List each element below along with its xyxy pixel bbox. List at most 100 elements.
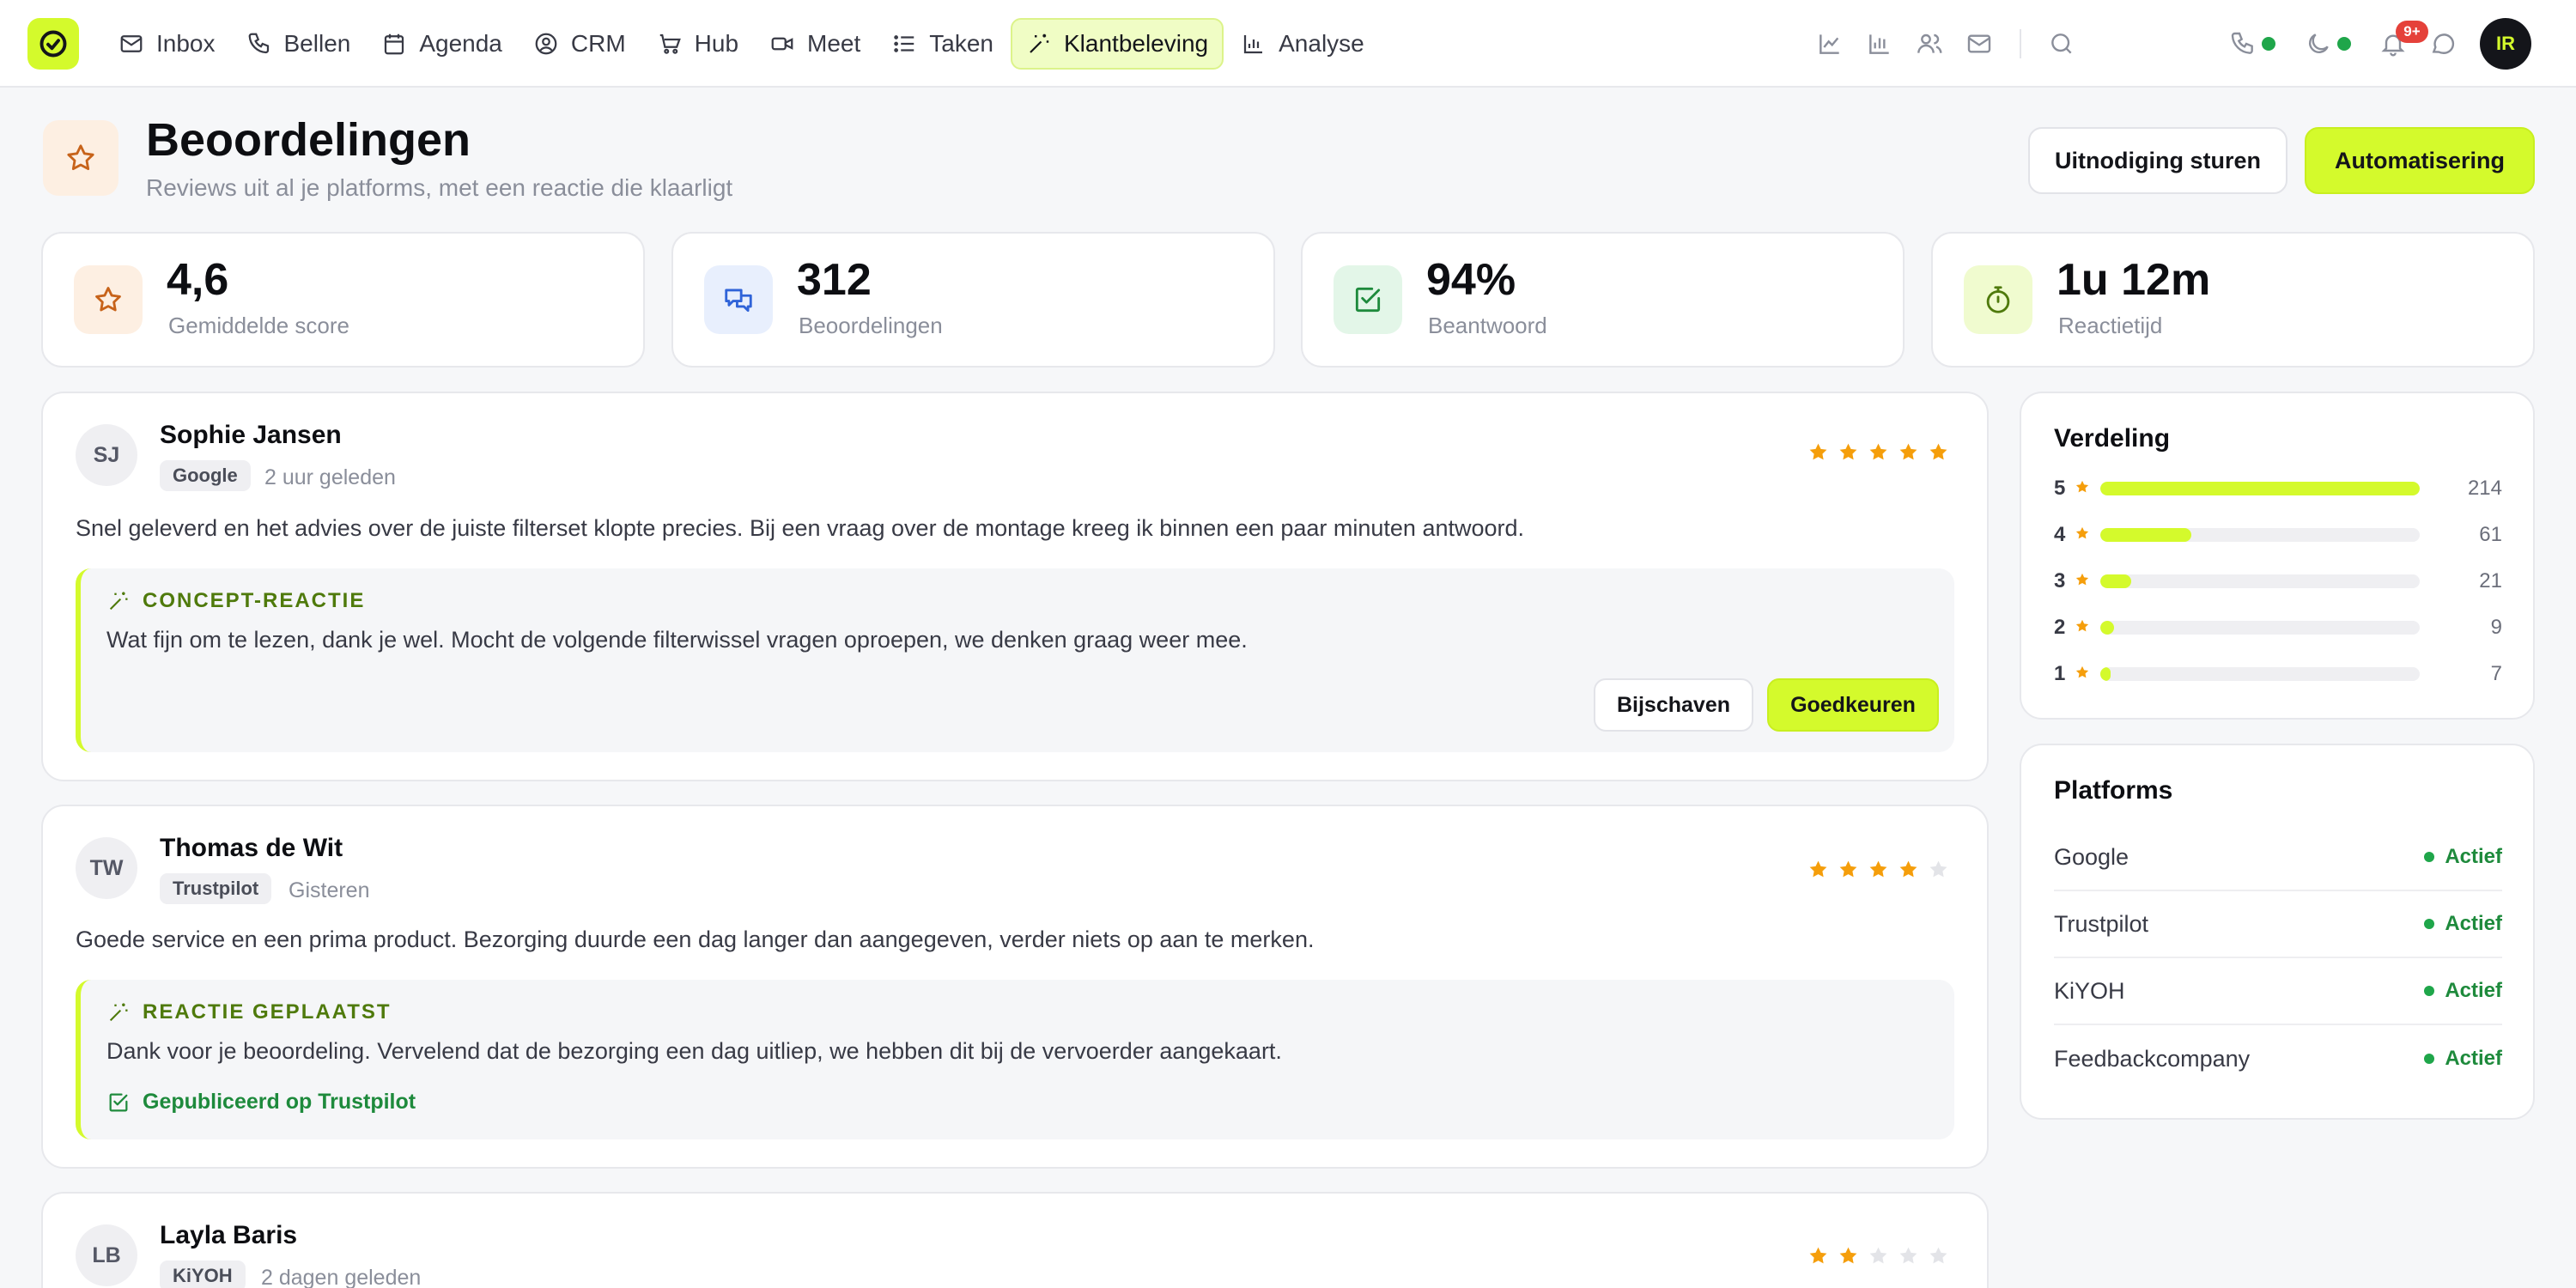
star-icon [95,287,121,312]
platform-row-trustpilot[interactable]: Trustpilot Actief [2054,891,2502,958]
stat-value: 94% [1426,255,1516,305]
stat-icon-box [704,265,773,334]
stat-icon-box [1334,265,1402,334]
star-filled-icon [1929,443,1947,460]
distribution-bar-fill [2100,667,2111,681]
chat-button[interactable] [2418,19,2468,69]
phone-icon [2231,32,2253,54]
platform-name: KiYOH [2054,977,2125,1004]
nav-item-bellen[interactable]: Bellen [233,18,365,70]
status-text: Actief [2445,1047,2502,1070]
nav-item-hub[interactable]: Hub [643,18,752,70]
reviewer-name: Sophie Jansen [160,421,342,449]
nav-item-klantbeleving[interactable]: Klantbeleving [1011,18,1224,70]
star-filled-icon [1839,1247,1857,1264]
star-level: 1 [2054,662,2066,685]
posted-reply-box: REACTIE GEPLAATST Dank voor je beoordeli… [76,980,1954,1139]
trend-tool[interactable] [1805,19,1855,69]
distribution-bar-fill [2100,528,2192,542]
stopwatch-icon [1986,286,2010,313]
status-text: Actief [2445,979,2502,1002]
phone-online-indicator [2262,37,2275,51]
reply-header: CONCEPT-REACTIE [106,589,365,613]
phone-icon [248,33,269,54]
nav-item-meet[interactable]: Meet [756,18,874,70]
sparkle-icon [109,592,128,611]
review-card: SJ Sophie Jansen Google 2 uur geleden Sn… [41,392,1989,781]
platform-row-kiyoh[interactable]: KiYOH Actief [2054,958,2502,1025]
presence-indicator [2337,37,2351,51]
panel-title: Platforms [2054,776,2173,805]
nav-label: Hub [694,30,739,57]
reviewer-avatar: TW [76,837,137,899]
reply-status-label: CONCEPT-REACTIE [143,589,366,612]
platform-row-feedbackcompany[interactable]: Feedbackcompany Actief [2054,1025,2502,1092]
review-time: Gisteren [289,878,370,902]
stat-card-average-score: 4,6 Gemiddelde score [41,232,645,368]
star-filled-icon [1809,1247,1827,1264]
draft-reply-box: CONCEPT-REACTIE Wat fijn om te lezen, da… [76,568,1954,752]
nav-item-crm[interactable]: CRM [519,18,640,70]
star-count: 9 [2490,616,2502,639]
nav-label: CRM [570,30,626,57]
automation-button[interactable]: Automatisering [2305,127,2535,194]
review-text: Snel geleverd en het advies over de juis… [76,515,1525,541]
reply-header: REACTIE GEPLAATST [106,1000,392,1024]
contacts-tool[interactable] [1905,19,1954,69]
list-icon [894,35,914,52]
platform-name: Google [2054,843,2129,870]
review-text: Goede service en een prima product. Bezo… [76,927,1315,952]
mail-icon [120,35,143,52]
nav-label: Inbox [156,30,216,57]
star-count: 214 [2467,477,2502,500]
star-icon [67,144,94,171]
reply-text: Wat fijn om te lezen, dank je wel. Mocht… [106,627,1248,653]
page-icon [43,120,118,196]
bar-chart-icon [1869,34,1889,54]
nav-item-analyse[interactable]: Analyse [1227,18,1378,70]
user-avatar[interactable]: IR [2480,18,2531,70]
panel-title: Verdeling [2054,424,2171,453]
star-empty-icon [1869,1247,1887,1264]
stat-label: Beantwoord [1428,313,1547,338]
chat-bubbles-icon [725,289,752,313]
star-level: 3 [2054,569,2066,592]
star-icon [2075,572,2093,592]
refine-reply-button[interactable]: Bijschaven [1594,678,1753,732]
stat-card-answered: 94% Beantwoord [1301,232,1905,368]
platforms-panel: Platforms Google Actief Trustpilot Actie… [2020,744,2535,1120]
review-card: LB Layla Baris KiYOH 2 dagen geleden [41,1192,1989,1288]
app-logo[interactable] [27,18,79,70]
status-dot [2424,919,2435,929]
status-text: Actief [2445,912,2502,935]
star-filled-icon [1839,443,1857,460]
mail-tool[interactable] [1954,19,2004,69]
search-icon [2051,33,2072,54]
nav-label: Agenda [419,30,502,57]
logo-icon [39,30,67,58]
phone-status-button[interactable] [2224,19,2262,69]
nav-item-taken[interactable]: Taken [878,18,1007,70]
platform-name: Trustpilot [2054,910,2149,937]
nav-item-agenda[interactable]: Agenda [368,18,516,70]
star-filled-icon [1869,443,1887,460]
line-chart-icon [1820,34,1839,54]
stats-tool[interactable] [1855,19,1905,69]
platform-row-google[interactable]: Google Actief [2054,824,2502,891]
platform-status: Actief [2424,979,2502,1003]
check-square-icon [1355,287,1381,313]
dark-mode-toggle[interactable] [2300,19,2337,69]
platform-badge: Trustpilot [160,873,272,904]
approve-reply-button[interactable]: Goedkeuren [1767,678,1939,732]
stat-value: 4,6 [167,255,229,305]
nav-label: Taken [929,30,993,57]
send-invitation-button[interactable]: Uitnodiging sturen [2028,127,2287,194]
notifications-button[interactable]: 9+ [2368,19,2428,69]
platform-status: Actief [2424,1047,2502,1071]
platform-badge: KiYOH [160,1261,246,1288]
sparkle-icon [1030,33,1049,53]
stat-label: Gemiddelde score [168,313,349,338]
star-level: 5 [2054,477,2066,500]
nav-item-inbox[interactable]: Inbox [105,18,229,70]
search-button[interactable] [2037,19,2087,69]
